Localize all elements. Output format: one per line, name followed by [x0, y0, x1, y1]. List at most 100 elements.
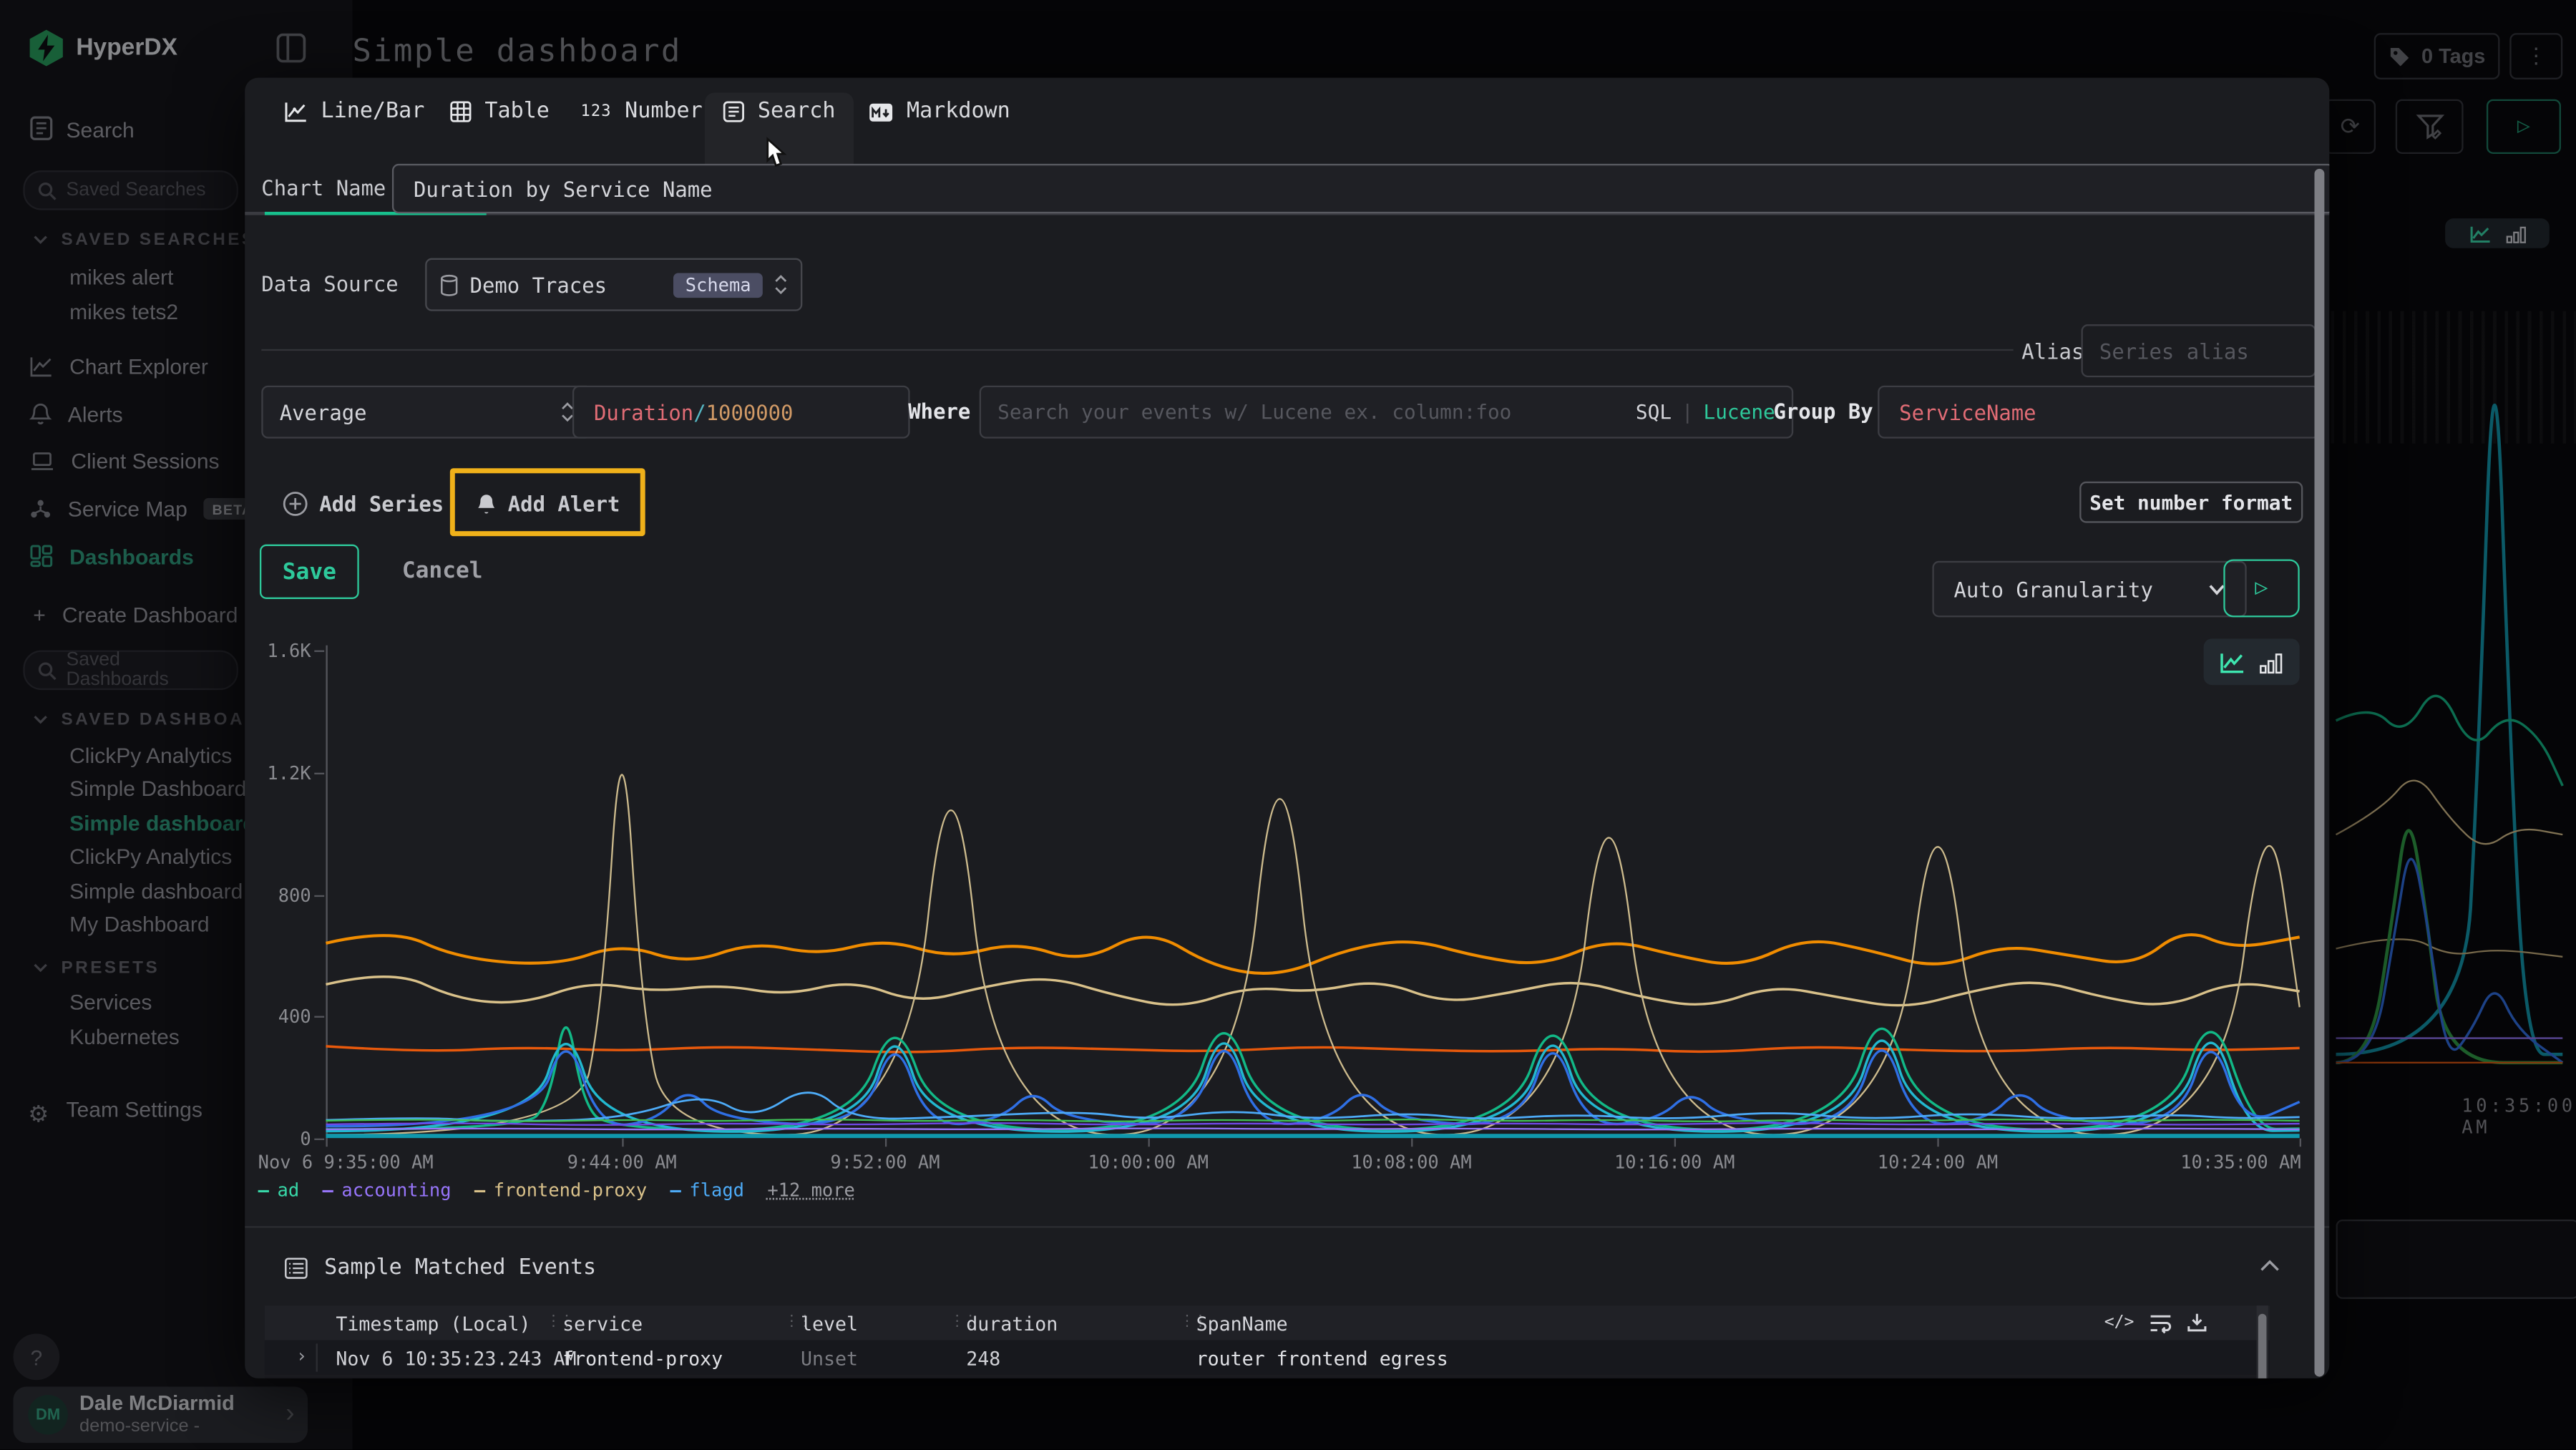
table-row[interactable]: ›Nov 6 10:35:23.243 AMfrontend-proxyUnse… [265, 1377, 2270, 1378]
y-tick-label: 800 [261, 885, 311, 906]
table-cell: router frontend egress [1196, 1346, 1448, 1369]
mouse-cursor [761, 137, 788, 170]
legend-swatch: — [258, 1179, 269, 1201]
x-tick-label: 10:08:00 AM [1351, 1152, 1471, 1173]
legend-label: flagd [689, 1179, 744, 1201]
alias-placeholder: Series alias [2099, 339, 2249, 364]
search-list-icon [723, 101, 744, 122]
column-header[interactable]: level [801, 1312, 858, 1335]
x-tick-mark [326, 1139, 327, 1147]
set-number-format-button[interactable]: Set number format [2079, 482, 2303, 523]
y-tick-mark [314, 895, 324, 896]
data-source-label: Data Source [261, 271, 398, 296]
add-series-button[interactable]: Add Series [283, 492, 444, 517]
download-icon[interactable] [2187, 1312, 2207, 1332]
data-source-select[interactable]: Demo Traces Schema [425, 258, 802, 311]
field-column: Duration [594, 399, 693, 424]
y-tick-label: 400 [261, 1006, 311, 1028]
y-tick-mark [314, 772, 324, 774]
tab-line-bar[interactable]: Line/Bar [285, 99, 425, 125]
legend-label: accounting [341, 1179, 451, 1201]
code-view-icon[interactable]: </> [2104, 1313, 2135, 1331]
sample-events-title: Sample Matched Events [324, 1256, 596, 1281]
save-button[interactable]: Save [260, 545, 359, 599]
lucene-toggle[interactable]: Lucene [1704, 401, 1775, 424]
y-tick-label: 1.6K [261, 641, 311, 662]
tab-label: Markdown [907, 99, 1010, 125]
row-expand-chevron[interactable]: › [296, 1346, 307, 1367]
tab-label: Line/Bar [321, 99, 425, 125]
where-placeholder: Search your events w/ Lucene ex. column:… [997, 401, 1511, 424]
x-tick-mark [1674, 1139, 1676, 1147]
alias-input[interactable]: Series alias [2081, 324, 2316, 377]
series-violet-flat [326, 1129, 2299, 1130]
x-tick-mark [1938, 1139, 1939, 1147]
x-tick-label: 10:24:00 AM [1878, 1152, 1998, 1173]
tab-markdown[interactable]: Markdown [869, 99, 1010, 125]
cancel-button[interactable]: Cancel [402, 558, 483, 584]
chart-name-label: Chart Name [261, 175, 386, 200]
series-khaki-spikes [326, 774, 2299, 1134]
chart-name-input[interactable]: Duration by Service Name [392, 164, 2329, 213]
plus-circle-icon [283, 492, 308, 517]
number-123-icon: 123 [581, 102, 612, 120]
chart-legend: —ad—accounting—frontend-proxy—flagd+12 m… [258, 1179, 855, 1201]
add-alert-button[interactable]: Add Alert [477, 492, 620, 517]
x-tick-mark [622, 1139, 623, 1147]
database-icon [440, 274, 458, 296]
events-table-header: Timestamp (Local)⋮⋮service⋮⋮level⋮⋮durat… [265, 1305, 2270, 1340]
x-tick-label: 10:16:00 AM [1614, 1152, 1735, 1173]
data-source-value: Demo Traces [470, 272, 607, 297]
sql-toggle[interactable]: SQL [1636, 401, 1672, 424]
granularity-select[interactable]: Auto Granularity [1932, 561, 2246, 618]
column-header[interactable]: service [562, 1312, 643, 1335]
group-by-input[interactable]: ServiceName [1878, 386, 2319, 439]
x-tick-label: 9:44:00 AM [567, 1152, 677, 1173]
series-orange-wavy [326, 935, 2299, 973]
field-divisor: 1000000 [706, 399, 794, 424]
legend-item[interactable]: —frontend-proxy [474, 1179, 647, 1201]
granularity-value: Auto Granularity [1953, 577, 2152, 602]
x-tick-mark [2300, 1139, 2301, 1147]
column-header[interactable]: Timestamp (Local) [336, 1312, 530, 1335]
modal-scrollbar-thumb[interactable] [2314, 169, 2324, 1377]
table-cell: Nov 6 10:35:23.243 AM [336, 1346, 576, 1369]
x-tick-label: Nov 6 9:35:00 AM [258, 1152, 434, 1173]
wrap-text-icon[interactable] [2149, 1313, 2172, 1331]
line-chart-icon [285, 101, 308, 122]
legend-more-link[interactable]: +12 more [767, 1179, 854, 1201]
select-chevrons-icon [774, 275, 787, 295]
column-header[interactable]: duration [966, 1312, 1058, 1335]
collapse-events-button[interactable] [2260, 1259, 2280, 1272]
events-divider [245, 1226, 2329, 1227]
table-row[interactable]: › Nov 6 10:35:23.243 AMfrontend-proxy Unse… [265, 1340, 2270, 1376]
series-blue-bumps [326, 1093, 2299, 1121]
legend-item[interactable]: —ad [258, 1179, 300, 1201]
markdown-icon [869, 102, 894, 122]
aggregation-select[interactable]: Average [261, 386, 592, 439]
chevron-down-icon [2209, 583, 2225, 595]
schema-badge: Schema [674, 272, 763, 297]
field-input[interactable]: Duration/1000000 [572, 386, 910, 439]
table-scrollbar-thumb[interactable] [2258, 1314, 2267, 1378]
series-dark-orange [326, 1046, 2299, 1052]
tab-table[interactable]: Table [450, 99, 550, 125]
table-cell: Unset [801, 1346, 858, 1369]
app-root: HyperDX Simple dashboard 0 Tags ⋮ ⟳ ▷ Se… [0, 0, 2576, 1449]
tab-number[interactable]: 123 Number [581, 99, 703, 125]
x-tick-label: 9:52:00 AM [830, 1152, 940, 1173]
where-label: Where [908, 399, 970, 424]
where-search-input[interactable]: Search your events w/ Lucene ex. column:… [980, 386, 1794, 439]
duration-chart [326, 642, 2299, 1144]
legend-item[interactable]: —flagd [670, 1179, 744, 1201]
column-header[interactable]: SpanName [1196, 1312, 1288, 1335]
x-tick-mark [1148, 1139, 1150, 1147]
table-cell: frontend-proxy [562, 1346, 723, 1369]
sample-events-header[interactable]: Sample Matched Events [285, 1256, 597, 1281]
y-tick-label: 1.2K [261, 762, 311, 784]
run-chart-button[interactable]: ▷ [2223, 559, 2299, 617]
legend-item[interactable]: —accounting [323, 1179, 452, 1201]
table-cell: 248 [966, 1346, 1000, 1369]
tab-search[interactable]: Search [723, 99, 835, 125]
alias-divider [261, 349, 2013, 351]
